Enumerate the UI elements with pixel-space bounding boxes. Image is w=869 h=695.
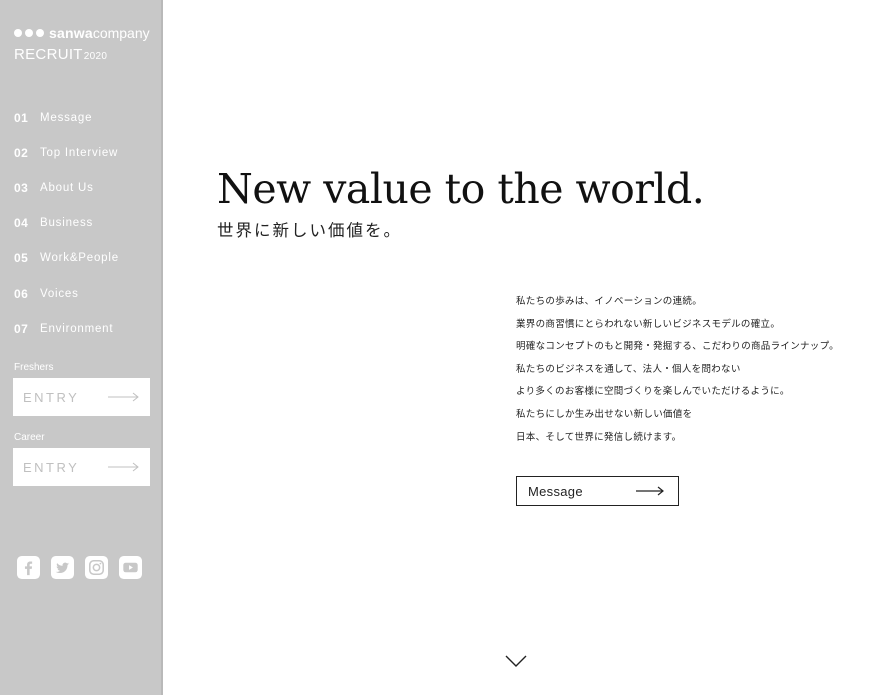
twitter-icon[interactable] [51, 556, 74, 579]
entry-button-label: ENTRY [23, 459, 80, 475]
nav-item-message[interactable]: 01 Message [14, 100, 119, 135]
nav-item-business[interactable]: 04 Business [14, 206, 119, 241]
nav-item-top-interview[interactable]: 02 Top Interview [14, 135, 119, 170]
nav-label: Top Interview [40, 146, 119, 159]
sidebar: sanwa company RECRUIT2020 01 Message 02 T… [0, 0, 163, 695]
nav-item-environment[interactable]: 07 Environment [14, 311, 119, 346]
youtube-icon[interactable] [119, 556, 142, 579]
nav-number: 01 [14, 110, 29, 125]
logo-dot-icon [14, 29, 22, 37]
social-links [17, 556, 142, 579]
nav-label: About Us [40, 181, 94, 194]
career-entry-button[interactable]: ENTRY [13, 448, 150, 486]
arrow-right-icon [108, 392, 139, 402]
freshers-label: Freshers [14, 362, 54, 373]
entry-button-label: ENTRY [23, 389, 80, 405]
message-button-label: Message [528, 483, 583, 499]
nav-number: 05 [14, 251, 29, 266]
arrow-right-icon [636, 486, 664, 496]
nav-label: Environment [40, 322, 114, 335]
nav-item-about-us[interactable]: 03 About Us [14, 170, 119, 205]
hero-subhead: 世界に新しい価値を。 [217, 221, 402, 240]
recruit-year: 2020 [83, 51, 108, 62]
arrow-right-icon [108, 462, 139, 472]
sidebar-nav: 01 Message 02 Top Interview 03 About Us … [14, 100, 119, 346]
nav-number: 03 [14, 180, 29, 195]
recruit-label: RECRUIT [14, 46, 83, 63]
chevron-down-icon[interactable] [505, 654, 527, 668]
intro-line: 業界の商習慣にとらわれない新しいビジネスモデルの確立。 [516, 318, 781, 330]
nav-label: Message [40, 111, 93, 124]
logo-dot-icon [25, 29, 33, 37]
nav-number: 02 [14, 145, 29, 160]
intro-text: 私たちの歩みは、イノベーションの連続。 業界の商習慣にとらわれない新しいビジネス… [516, 292, 839, 450]
brand-logo[interactable]: sanwa company RECRUIT2020 [14, 24, 150, 63]
nav-label: Work&People [40, 252, 119, 265]
nav-item-work-people[interactable]: 05 Work&People [14, 241, 119, 276]
brand-name-light: company [92, 25, 150, 41]
freshers-entry-button[interactable]: ENTRY [13, 378, 150, 416]
nav-label: Business [40, 217, 94, 230]
nav-item-voices[interactable]: 06 Voices [14, 276, 119, 311]
nav-number: 06 [14, 286, 29, 301]
nav-label: Voices [40, 287, 79, 300]
intro-line: 私たちにしか生み出せない新しい価値を [516, 408, 693, 420]
nav-number: 04 [14, 216, 29, 231]
facebook-icon[interactable] [17, 556, 40, 579]
intro-line: 私たちの歩みは、イノベーションの連続。 [516, 296, 703, 307]
message-button[interactable]: Message [516, 476, 679, 506]
intro-line: より多くのお客様に空間づくりを楽しんでいただけるように。 [516, 386, 790, 398]
logo-dot-icon [36, 29, 44, 37]
nav-number: 07 [14, 321, 29, 336]
brand-name-bold: sanwa [49, 25, 93, 41]
instagram-icon[interactable] [85, 556, 108, 579]
career-label: Career [14, 432, 45, 443]
intro-line: 明確なコンセプトのもと開発・発掘する、こだわりの商品ラインナップ。 [516, 341, 839, 353]
hero-headline: New value to the world. [217, 165, 705, 213]
intro-line: 日本、そして世界に発信し続けます。 [516, 431, 682, 443]
intro-line: 私たちのビジネスを通して、法人・個人を問わない [516, 363, 741, 375]
